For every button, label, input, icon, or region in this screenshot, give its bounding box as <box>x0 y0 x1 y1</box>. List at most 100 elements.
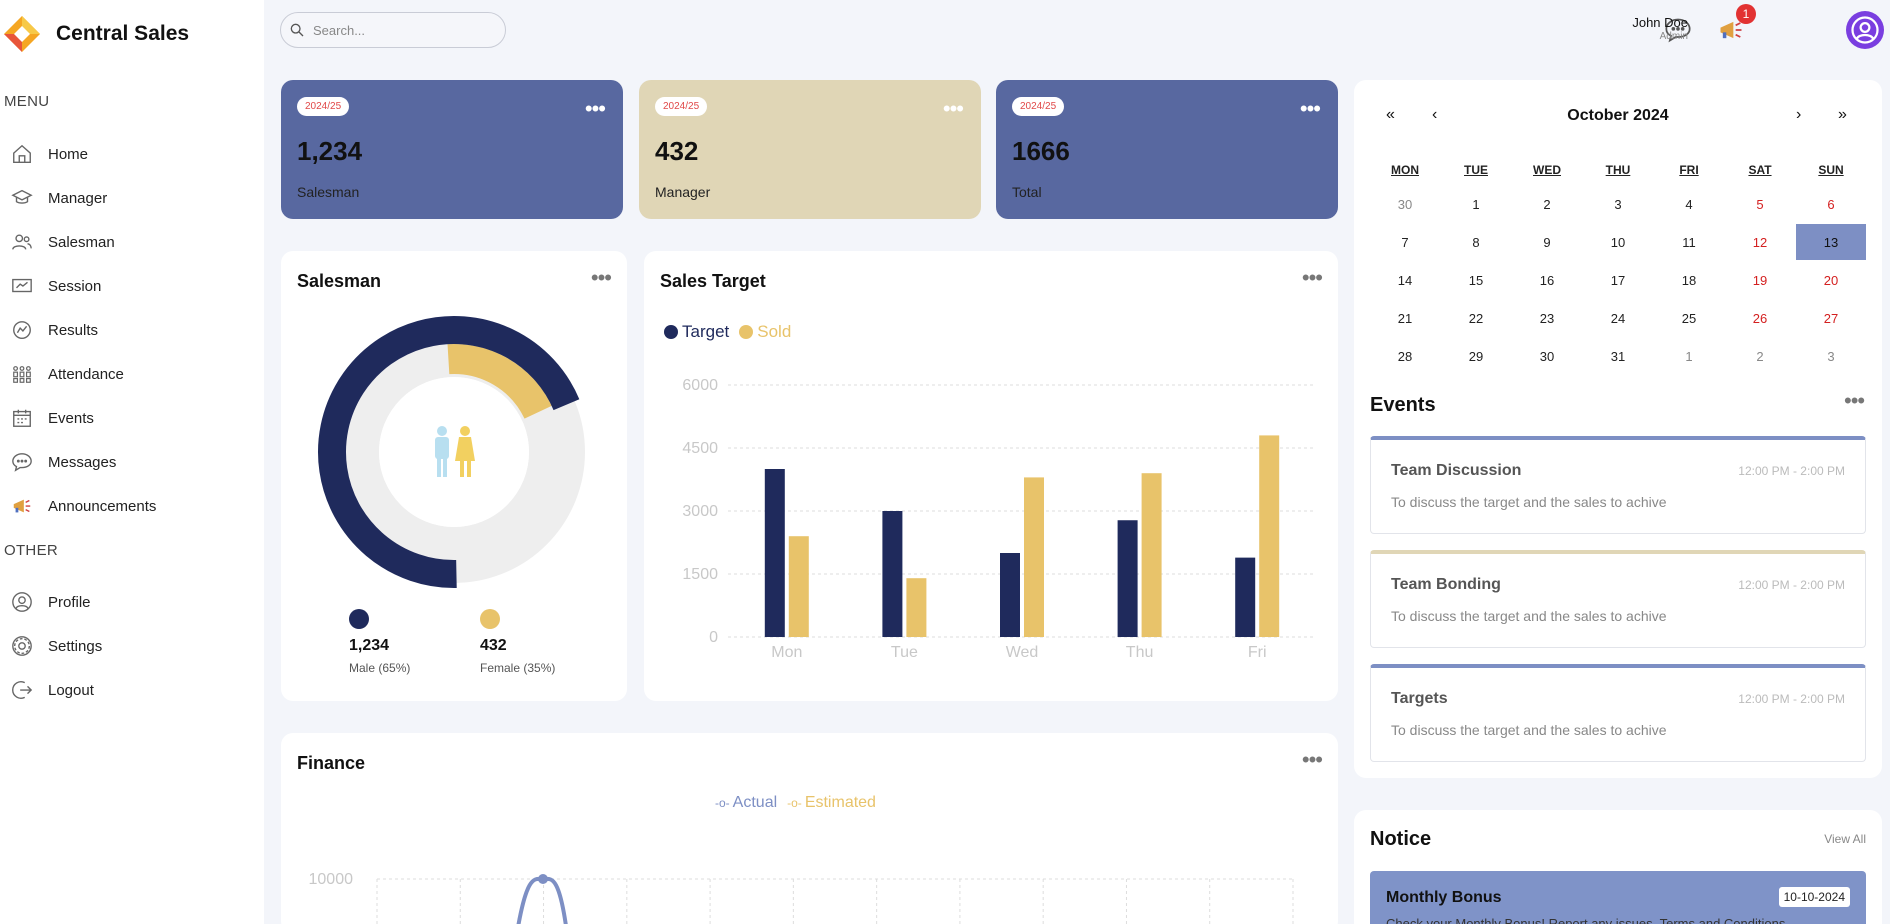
calendar-day[interactable]: 10 <box>1583 224 1653 260</box>
event-time: 12:00 PM - 2:00 PM <box>1738 578 1845 592</box>
sidebar-item-messages[interactable]: Messages <box>10 444 250 480</box>
search-box[interactable] <box>280 12 506 48</box>
presentation-icon <box>10 274 34 298</box>
more-icon[interactable]: ••• <box>1302 265 1323 291</box>
calendar-day[interactable]: 30 <box>1512 338 1582 374</box>
calendar-day[interactable]: 31 <box>1583 338 1653 374</box>
calendar-day[interactable]: 3 <box>1796 338 1866 374</box>
calendar-day[interactable]: 13 <box>1796 224 1866 260</box>
logout-icon <box>10 678 34 702</box>
calendar-day[interactable]: 4 <box>1654 186 1724 222</box>
calendar-day[interactable]: 28 <box>1370 338 1440 374</box>
calendar-day[interactable]: 7 <box>1370 224 1440 260</box>
sidebar-item-home[interactable]: Home <box>10 136 250 172</box>
calendar-day[interactable]: 24 <box>1583 300 1653 336</box>
stat-value: 1,234 <box>297 136 363 166</box>
calendar-day[interactable]: 9 <box>1512 224 1582 260</box>
calendar-day[interactable]: 12 <box>1725 224 1795 260</box>
event-time: 12:00 PM - 2:00 PM <box>1738 692 1845 706</box>
calendar-day[interactable]: 20 <box>1796 262 1866 298</box>
user-icon <box>1851 16 1879 44</box>
avatar[interactable] <box>1846 11 1884 49</box>
calendar-day[interactable]: 29 <box>1441 338 1511 374</box>
calendar-day[interactable]: 3 <box>1583 186 1653 222</box>
calendar-day[interactable]: 1 <box>1441 186 1511 222</box>
card-title: Salesman <box>297 271 382 291</box>
calendar-day[interactable]: 17 <box>1583 262 1653 298</box>
sales-target-legend: Target Sold <box>664 322 791 342</box>
event-desc: To discuss the target and the sales to a… <box>1391 608 1667 624</box>
bar-sold <box>1024 477 1044 637</box>
sidebar-item-results[interactable]: Results <box>10 312 250 348</box>
sidebar-item-settings[interactable]: Settings <box>10 628 250 664</box>
event-card[interactable]: Team Bonding 12:00 PM - 2:00 PM To discu… <box>1370 550 1866 648</box>
chat-bubble-icon <box>10 450 34 474</box>
bar-target <box>882 511 903 637</box>
calendar-day[interactable]: 8 <box>1441 224 1511 260</box>
calendar-day[interactable]: 22 <box>1441 300 1511 336</box>
sidebar-item-session[interactable]: Session <box>10 268 250 304</box>
sidebar-item-salesman[interactable]: Salesman <box>10 224 250 260</box>
sidebar-item-announcements[interactable]: Announcements <box>10 488 250 524</box>
notice-item-text: Check your Monthly Bonus! Report any iss… <box>1386 916 1786 924</box>
weekday-header: THU <box>1605 163 1631 177</box>
male-count: 1,234 <box>349 637 390 654</box>
sales-target-card: Sales Target ••• Target Sold 0 1500 3000 45… <box>644 251 1338 701</box>
more-icon[interactable]: ••• <box>585 96 606 122</box>
stat-label: Manager <box>655 184 711 200</box>
logo-icon <box>4 16 40 52</box>
calendar-day[interactable]: 15 <box>1441 262 1511 298</box>
female-count: 432 <box>480 637 507 654</box>
calendar-day[interactable]: 11 <box>1654 224 1724 260</box>
gear-icon <box>10 634 34 658</box>
more-icon[interactable]: ••• <box>1844 388 1865 414</box>
notice-item[interactable]: Monthly Bonus 10-10-2024 Check your Mont… <box>1370 871 1866 924</box>
event-card[interactable]: Targets 12:00 PM - 2:00 PM To discuss th… <box>1370 664 1866 762</box>
calendar-day[interactable]: 14 <box>1370 262 1440 298</box>
calendar-day[interactable]: 26 <box>1725 300 1795 336</box>
calendar-day[interactable]: 25 <box>1654 300 1724 336</box>
more-icon[interactable]: ••• <box>1302 747 1323 773</box>
calendar-day[interactable]: 16 <box>1512 262 1582 298</box>
calendar-day[interactable]: 2 <box>1512 186 1582 222</box>
event-card[interactable]: Team Discussion 12:00 PM - 2:00 PM To di… <box>1370 436 1866 534</box>
sidebar-item-manager[interactable]: Manager <box>10 180 250 216</box>
sidebar-item-logout[interactable]: Logout <box>10 672 250 708</box>
calendar-day[interactable]: 27 <box>1796 300 1866 336</box>
estimated-legend-marker: -o- <box>787 796 802 810</box>
sidebar-item-events[interactable]: Events <box>10 400 250 436</box>
brand[interactable]: Central Sales <box>2 14 189 54</box>
calendar-day[interactable]: 2 <box>1725 338 1795 374</box>
more-icon[interactable]: ••• <box>1300 96 1321 122</box>
sold-legend-label: Sold <box>757 322 792 341</box>
sidebar-item-label: Messages <box>48 453 117 471</box>
event-desc: To discuss the target and the sales to a… <box>1391 722 1667 738</box>
view-all-link[interactable]: View All <box>1824 832 1866 846</box>
event-desc: To discuss the target and the sales to a… <box>1391 494 1667 510</box>
bar-sold <box>1141 473 1162 637</box>
calendar-day[interactable]: 5 <box>1725 186 1795 222</box>
estimated-legend-label: Estimated <box>804 794 876 811</box>
calendar-month-title: October 2024 <box>1567 107 1669 124</box>
weekday-header: TUE <box>1464 163 1488 177</box>
weekday-header: SAT <box>1748 163 1772 177</box>
sidebar-item-attendance[interactable]: Attendance <box>10 356 250 392</box>
more-icon[interactable]: ••• <box>943 96 964 122</box>
calendar-day[interactable]: 23 <box>1512 300 1582 336</box>
calendar-day[interactable]: 19 <box>1725 262 1795 298</box>
search-input[interactable] <box>313 22 483 38</box>
y-tick-label: 10000 <box>309 871 354 888</box>
weekday-header: WED <box>1533 163 1561 177</box>
y-tick-label: 0 <box>709 629 718 646</box>
calendar-day[interactable]: 6 <box>1796 186 1866 222</box>
calendar-day[interactable]: 30 <box>1370 186 1440 222</box>
calendar-day[interactable]: 18 <box>1654 262 1724 298</box>
other-section-label: OTHER <box>4 542 58 559</box>
calendar-icon <box>10 406 34 430</box>
search-icon <box>290 23 304 37</box>
sidebar-item-profile[interactable]: Profile <box>10 584 250 620</box>
calendar-day[interactable]: 1 <box>1654 338 1724 374</box>
more-icon[interactable]: ••• <box>591 265 612 291</box>
calendar-day[interactable]: 21 <box>1370 300 1440 336</box>
stat-value: 1666 <box>1012 136 1070 166</box>
